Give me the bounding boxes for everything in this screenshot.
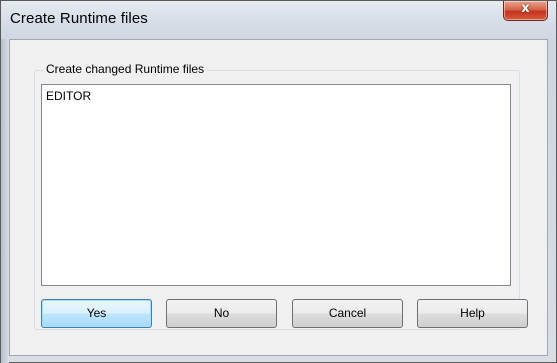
yes-button[interactable]: Yes xyxy=(41,299,152,328)
dialog-window: Create Runtime files x Create changed Ru… xyxy=(0,0,557,363)
list-item[interactable]: EDITOR xyxy=(46,89,91,103)
close-icon: x xyxy=(521,1,530,16)
title-bar[interactable]: Create Runtime files x xyxy=(1,1,556,39)
window-frame-left xyxy=(1,39,9,363)
window-title: Create Runtime files xyxy=(10,10,148,27)
close-button[interactable]: x xyxy=(503,1,548,21)
runtime-files-listbox[interactable]: EDITOR xyxy=(41,84,511,286)
no-button[interactable]: No xyxy=(166,299,277,328)
cancel-button[interactable]: Cancel xyxy=(292,299,403,328)
help-button[interactable]: Help xyxy=(417,299,528,328)
dialog-client-area: Create changed Runtime files EDITOR Yes … xyxy=(9,39,548,356)
groupbox-label: Create changed Runtime files xyxy=(43,62,208,76)
